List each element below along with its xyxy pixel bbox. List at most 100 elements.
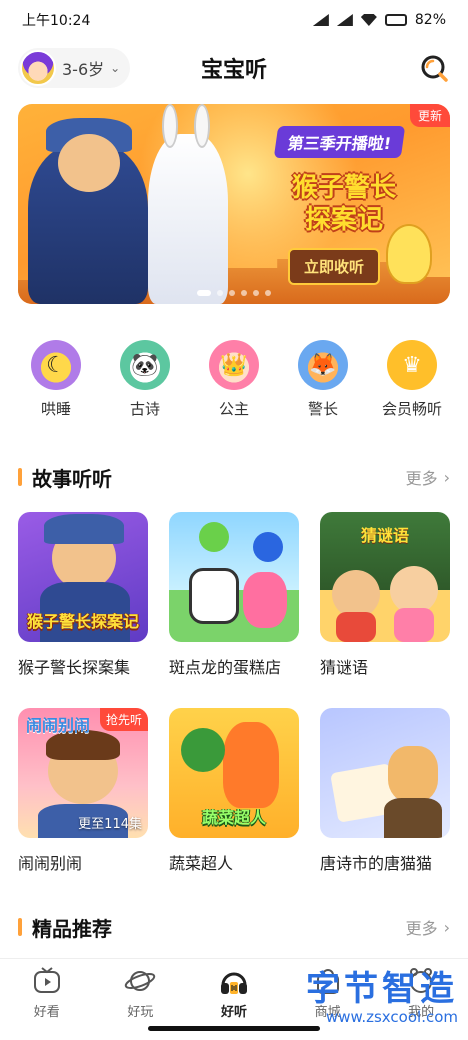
cat-character bbox=[388, 746, 438, 802]
story-title: 斑点龙的蛋糕店 bbox=[169, 658, 282, 677]
story-card[interactable]: 斑点龙的蛋糕店 bbox=[169, 512, 299, 678]
boy-shirt bbox=[336, 612, 376, 642]
search-icon[interactable] bbox=[420, 54, 448, 82]
pagination-dot[interactable] bbox=[217, 290, 223, 296]
signal-icon bbox=[312, 14, 329, 26]
pagination-dot[interactable] bbox=[197, 290, 211, 296]
story-title: 蔬菜超人 bbox=[169, 854, 234, 873]
police-chief-icon: 🦊 bbox=[298, 340, 348, 390]
category-label: 公主 bbox=[218, 400, 249, 418]
stories-row-2: 闹闹别闹 抢先听 更至114集 闹闹别闹 蔬菜超人 蔬菜超人 唐诗市的唐猫猫 bbox=[18, 708, 450, 874]
signal-2-icon bbox=[336, 14, 353, 26]
tab-label: 好看 bbox=[33, 1005, 60, 1020]
boy-face bbox=[332, 570, 380, 618]
pagination-dot[interactable] bbox=[241, 290, 247, 296]
banner-title-line1: 猴子警长 bbox=[291, 173, 396, 203]
category-vip[interactable]: ♛ 会员畅听 bbox=[372, 340, 452, 419]
category-poems[interactable]: 🐼 古诗 bbox=[105, 340, 185, 419]
pagination-dot[interactable] bbox=[229, 290, 235, 296]
rabbit-ear-left bbox=[162, 104, 178, 148]
cover-title: 猴子警长探案记 bbox=[26, 612, 139, 631]
battery-icon bbox=[384, 14, 407, 26]
home-indicator[interactable] bbox=[148, 1026, 320, 1031]
story-cover: 闹闹别闹 抢先听 更至114集 bbox=[18, 708, 148, 838]
pagination-dot[interactable] bbox=[265, 290, 271, 296]
stories-row-1: 猴子警长探案记 猴子警长探案集 斑点龙的蛋糕店 猜谜语 猜谜语 bbox=[18, 512, 450, 678]
section-title-group: 故事听听 bbox=[18, 463, 112, 492]
cover-title: 蔬菜超人 bbox=[201, 808, 266, 827]
story-card[interactable]: 猜谜语 猜谜语 bbox=[320, 512, 450, 678]
category-label: 古诗 bbox=[129, 400, 160, 418]
stories-more-link[interactable]: 更多 › bbox=[406, 465, 450, 489]
story-title: 猴子警长探案集 bbox=[18, 658, 131, 677]
section-title-group: 精品推荐 bbox=[18, 913, 112, 942]
robot-character bbox=[189, 568, 239, 624]
story-title: 唐诗市的唐猫猫 bbox=[320, 854, 433, 873]
dino-character bbox=[243, 572, 287, 628]
rabbit-ear-right bbox=[194, 104, 210, 148]
story-card[interactable]: 猴子警长探案记 猴子警长探案集 bbox=[18, 512, 148, 678]
early-access-badge: 抢先听 bbox=[99, 708, 148, 731]
balloon-character bbox=[199, 522, 229, 552]
category-label: 哄睡 bbox=[40, 400, 71, 418]
banner-update-tag: 更新 bbox=[409, 104, 450, 127]
more-label: 更多 bbox=[405, 919, 438, 938]
broccoli-character bbox=[181, 728, 225, 772]
story-title: 猜谜语 bbox=[320, 658, 369, 677]
cat-robe bbox=[384, 798, 442, 838]
section-title: 精品推荐 bbox=[32, 916, 112, 941]
tab-watch[interactable]: 好看 bbox=[7, 965, 87, 1040]
pagination-dot[interactable] bbox=[253, 290, 259, 296]
story-cover: 蔬菜超人 bbox=[169, 708, 299, 838]
more-label: 更多 bbox=[405, 469, 438, 488]
featured-section-header: 精品推荐 更多 › bbox=[18, 912, 450, 942]
banner-title: 猴子警长 探案记 bbox=[254, 172, 434, 236]
character-face bbox=[58, 134, 120, 192]
category-row: ☾ 哄睡 🐼 古诗 👑 公主 🦊 警长 ♛ 会员畅听 bbox=[0, 340, 468, 419]
vip-crown-icon: ♛ bbox=[387, 340, 437, 390]
girl-dress bbox=[394, 608, 434, 642]
category-label: 会员畅听 bbox=[381, 400, 442, 418]
princess-icon: 👑 bbox=[209, 340, 259, 390]
moon-sleep-icon: ☾ bbox=[31, 340, 81, 390]
listen-now-button[interactable]: 立即收听 bbox=[288, 248, 381, 285]
watermark-url: www.zsxcool.com bbox=[325, 1008, 458, 1026]
story-cover bbox=[320, 708, 450, 838]
story-cover bbox=[169, 512, 299, 642]
section-accent-bar bbox=[18, 918, 22, 936]
watermark-text: 字节智造 bbox=[306, 969, 458, 1009]
page-title: 宝宝听 bbox=[200, 58, 267, 83]
status-time: 上午10:24 bbox=[22, 13, 91, 29]
category-sleep[interactable]: ☾ 哄睡 bbox=[16, 340, 96, 419]
tab-label: 好玩 bbox=[127, 1005, 154, 1020]
wifi-icon bbox=[360, 14, 377, 26]
cover-title: 猜谜语 bbox=[360, 526, 409, 545]
story-card[interactable]: 闹闹别闹 抢先听 更至114集 闹闹别闹 bbox=[18, 708, 148, 874]
status-bar: 上午10:24 82% bbox=[0, 0, 468, 40]
stories-section-header: 故事听听 更多 › bbox=[18, 462, 450, 492]
planet-icon bbox=[125, 971, 156, 991]
category-label: 警长 bbox=[307, 400, 338, 418]
episode-count: 更至114集 bbox=[78, 817, 142, 832]
banner-pagination bbox=[18, 290, 450, 296]
monkey-chief-character bbox=[28, 118, 148, 304]
police-hat bbox=[44, 514, 124, 544]
featured-more-link[interactable]: 更多 › bbox=[406, 915, 450, 939]
section-title: 故事听听 bbox=[32, 466, 112, 491]
banner-subtitle: 第三季开播啦! bbox=[273, 126, 406, 158]
battery-percent: 82% bbox=[414, 12, 446, 28]
story-title: 闹闹别闹 bbox=[18, 854, 83, 873]
chevron-right-icon: › bbox=[443, 917, 450, 937]
blue-character bbox=[253, 532, 283, 562]
section-accent-bar bbox=[18, 468, 22, 486]
category-police[interactable]: 🦊 警长 bbox=[283, 340, 363, 419]
story-card[interactable]: 唐诗市的唐猫猫 bbox=[320, 708, 450, 874]
story-card[interactable]: 蔬菜超人 蔬菜超人 bbox=[169, 708, 299, 874]
category-princess[interactable]: 👑 公主 bbox=[194, 340, 274, 419]
promo-banner[interactable]: 更新 第三季开播啦! 猴子警长 探案记 立即收听 bbox=[18, 104, 450, 304]
chevron-right-icon: › bbox=[443, 467, 450, 487]
watermark-logo: 字节智造 www.zsxcool.com bbox=[306, 970, 458, 1026]
top-header: 3-6岁 ⌄ 宝宝听 bbox=[0, 46, 468, 92]
carrot-character bbox=[223, 722, 279, 808]
tv-icon bbox=[33, 967, 60, 993]
